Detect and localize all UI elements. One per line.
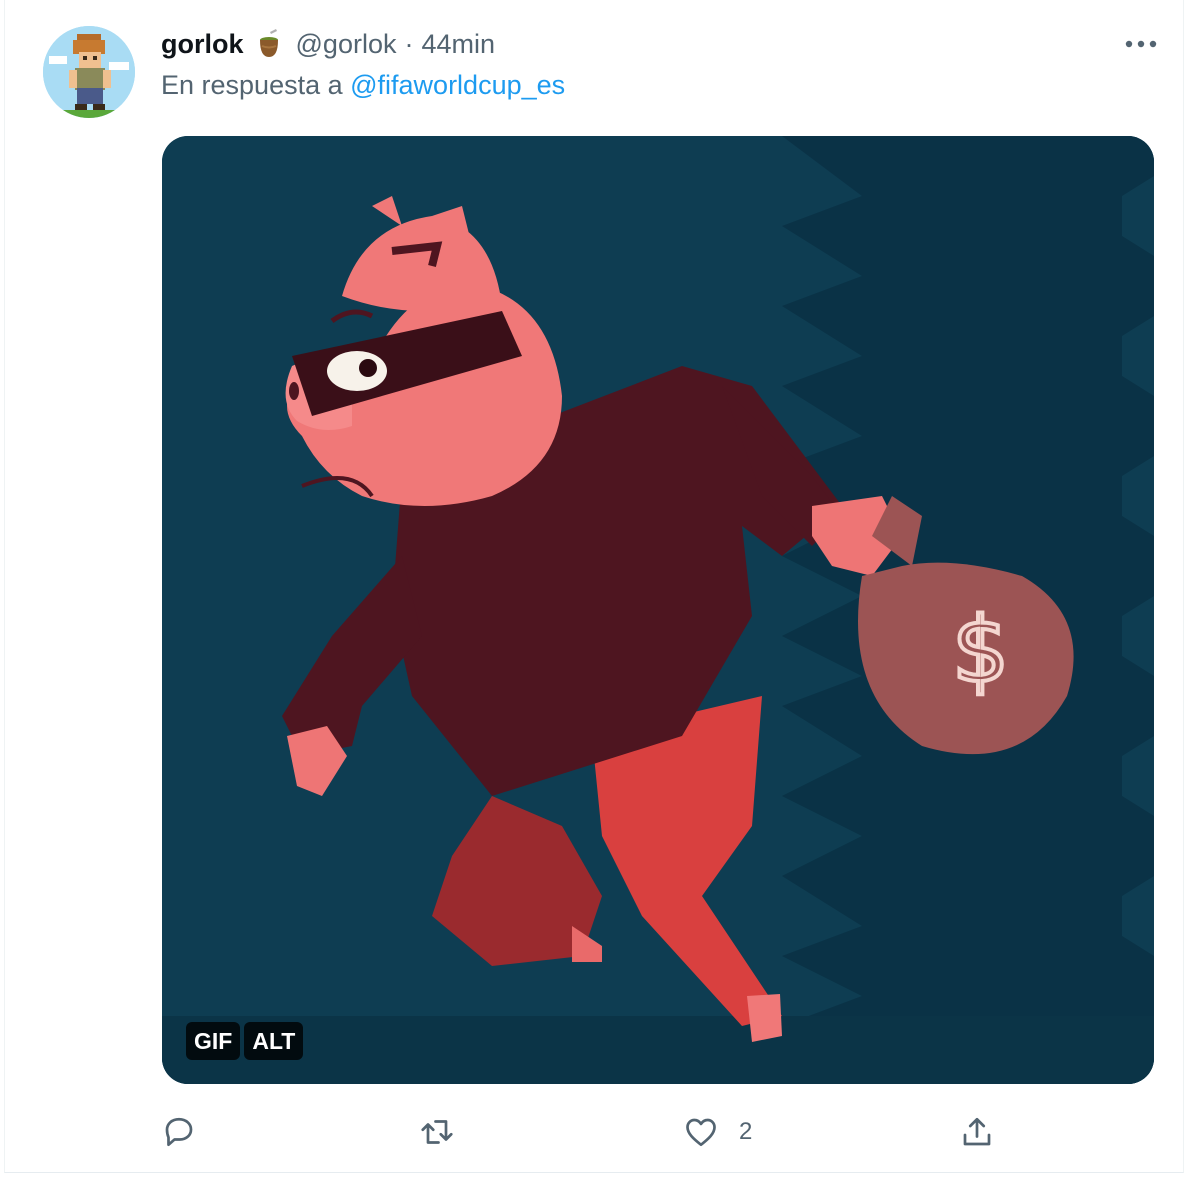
media-badges: GIF ALT (186, 1022, 304, 1060)
replying-prefix: En respuesta a (161, 70, 351, 100)
reply-button[interactable] (161, 1108, 217, 1156)
replying-to: En respuesta a @fifaworldcup_es (161, 70, 565, 101)
share-icon (963, 1117, 991, 1146)
avatar[interactable] (43, 26, 135, 118)
tweet[interactable]: gorlok @gorlok · 44min En respuesta a @f… (4, 0, 1184, 1173)
mate-cup-icon (254, 29, 284, 59)
tweet-actions: 2 (161, 1108, 1021, 1156)
separator: · (404, 28, 414, 59)
gif-media[interactable]: $ GIF ALT (162, 136, 1154, 1084)
retweet-icon (421, 1120, 453, 1144)
more-dots-icon (1125, 40, 1157, 48)
heart-icon (686, 1118, 716, 1147)
retweet-button[interactable] (419, 1108, 475, 1156)
like-count: 2 (739, 1118, 753, 1145)
timestamp[interactable]: 44min (421, 29, 495, 60)
gif-badge: GIF (186, 1022, 241, 1060)
like-button[interactable]: 2 (683, 1108, 752, 1156)
reply-icon (165, 1117, 193, 1147)
display-name[interactable]: gorlok (161, 29, 244, 60)
thief-pig-illustration: $ (162, 136, 1154, 1084)
share-button[interactable] (959, 1108, 995, 1156)
tweet-header: gorlok @gorlok · 44min (161, 24, 1153, 64)
alt-badge[interactable]: ALT (244, 1022, 304, 1060)
replying-to-link[interactable]: @fifaworldcup_es (350, 70, 565, 100)
user-handle[interactable]: @gorlok (296, 29, 397, 60)
more-options-button[interactable] (1121, 26, 1161, 62)
svg-text:$: $ (952, 598, 1009, 703)
